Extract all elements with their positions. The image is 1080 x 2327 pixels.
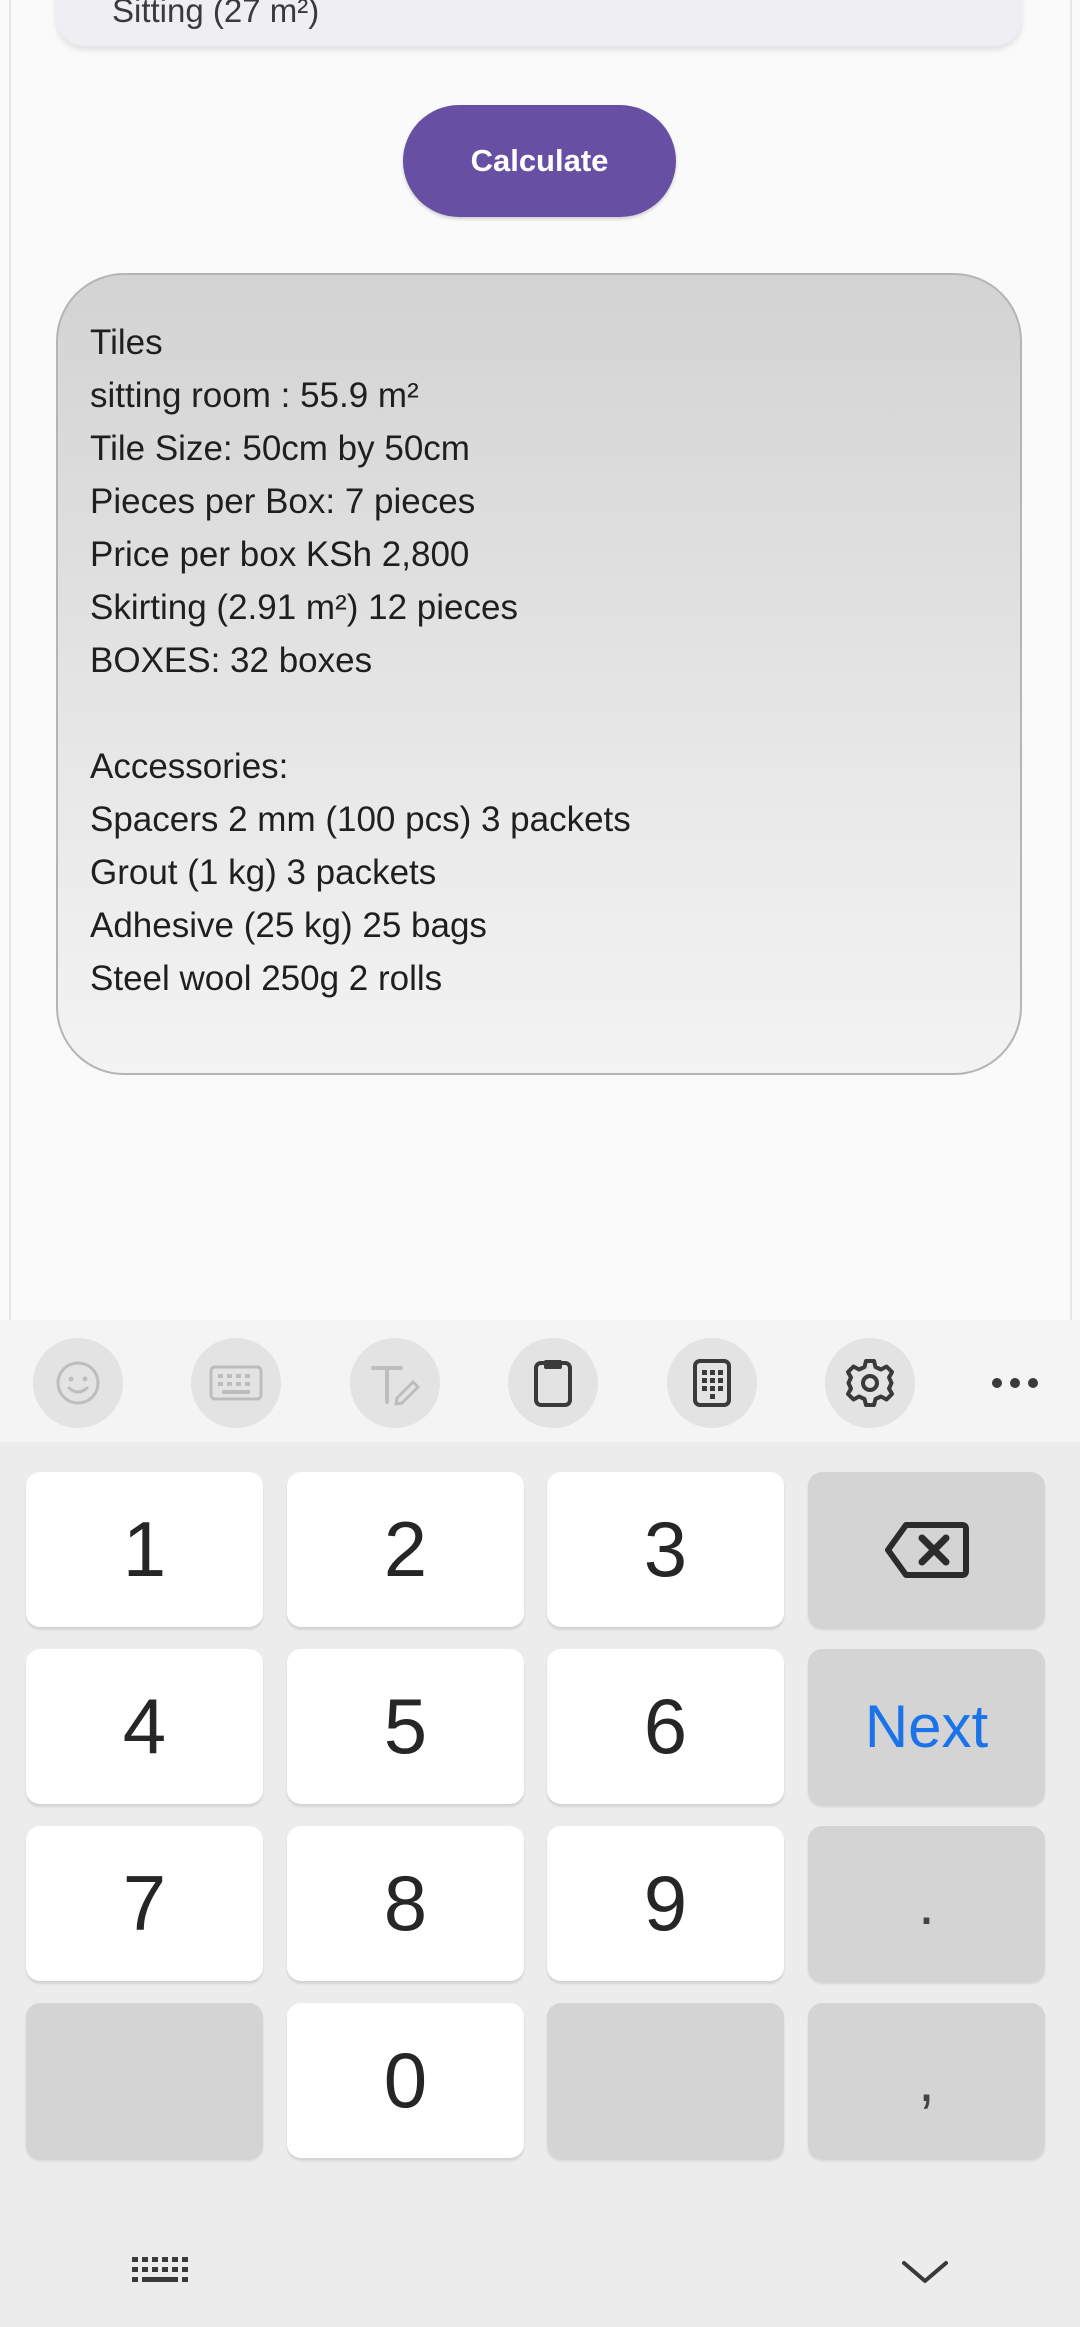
result-card: Tiles sitting room : 55.9 m² Tile Size: …	[56, 273, 1022, 1075]
key-0[interactable]: 0	[287, 2003, 524, 2158]
result-pieces-per-box: Pieces per Box: 7 pieces	[90, 482, 476, 521]
result-title: Tiles	[90, 323, 163, 362]
comma-key[interactable]: ,	[808, 2003, 1045, 2158]
key-8[interactable]: 8	[287, 1826, 524, 1981]
result-room-area: sitting room : 55.9 m²	[90, 376, 419, 415]
chevron-down-icon[interactable]	[900, 2257, 950, 2292]
result-skirting: Skirting (2.91 m²) 12 pieces	[90, 588, 518, 627]
backspace-icon	[884, 1521, 969, 1578]
result-tile-size: Tile Size: 50cm by 50cm	[90, 429, 470, 468]
calculate-button[interactable]: Calculate	[403, 105, 676, 217]
key-5[interactable]: 5	[287, 1649, 524, 1804]
next-key[interactable]: Next	[808, 1649, 1045, 1804]
keyboard-hide-icon[interactable]	[130, 2255, 192, 2294]
accessory-adhesive: Adhesive (25 kg) 25 bags	[90, 906, 487, 945]
blank-key-left	[26, 2003, 263, 2158]
emoji-icon[interactable]	[33, 1338, 123, 1428]
result-boxes: BOXES: 32 boxes	[90, 641, 373, 680]
app-right-border	[1070, 0, 1072, 1320]
handwriting-icon[interactable]	[350, 1338, 440, 1428]
blank-key-right	[547, 2003, 784, 2158]
key-6[interactable]: 6	[547, 1649, 784, 1804]
settings-icon[interactable]	[825, 1338, 915, 1428]
app-left-border	[9, 0, 11, 1320]
room-input-card[interactable]: Sitting (27 m²)	[56, 0, 1022, 46]
room-input-text: Sitting (27 m²)	[112, 0, 320, 29]
app-screen: Sitting (27 m²) Calculate Tiles sitting …	[0, 0, 1080, 1320]
result-spacer	[90, 687, 1020, 740]
accessories-heading: Accessories:	[90, 747, 289, 786]
keypad-mode-icon[interactable]	[667, 1338, 757, 1428]
accessory-steel-wool: Steel wool 250g 2 rolls	[90, 959, 443, 998]
key-4[interactable]: 4	[26, 1649, 263, 1804]
key-3[interactable]: 3	[547, 1472, 784, 1627]
keyboard-icon[interactable]	[191, 1338, 281, 1428]
numeric-keypad: 1 2 3 4 5 6 Next 7 8 9 . 0 ,	[0, 1442, 1080, 2327]
clipboard-icon[interactable]	[508, 1338, 598, 1428]
accessory-spacers: Spacers 2 mm (100 pcs) 3 packets	[90, 800, 631, 839]
dot-key[interactable]: .	[808, 1826, 1045, 1981]
key-9[interactable]: 9	[547, 1826, 784, 1981]
backspace-key[interactable]	[808, 1472, 1045, 1627]
key-7[interactable]: 7	[26, 1826, 263, 1981]
keyboard-toolbar	[0, 1320, 1080, 1442]
accessory-grout: Grout (1 kg) 3 packets	[90, 853, 437, 892]
more-icon[interactable]	[970, 1338, 1060, 1428]
key-1[interactable]: 1	[26, 1472, 263, 1627]
result-price-per-box: Price per box KSh 2,800	[90, 535, 470, 574]
key-2[interactable]: 2	[287, 1472, 524, 1627]
